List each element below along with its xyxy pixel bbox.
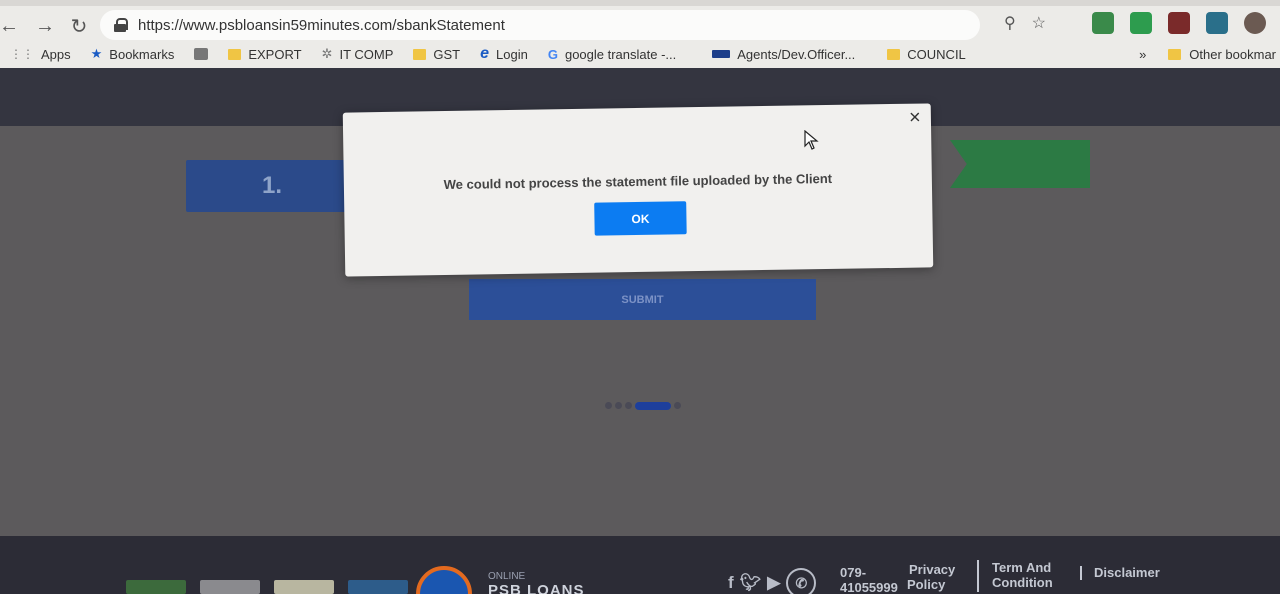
- extension-green-icon[interactable]: [1130, 12, 1152, 34]
- ok-button[interactable]: OK: [594, 201, 687, 236]
- address-bar[interactable]: https://www.psbloansin59minutes.com/sban…: [100, 10, 980, 40]
- partner-logo-1: [126, 580, 186, 594]
- phone-number: 079- 41055999: [840, 565, 898, 594]
- youtube-icon[interactable]: ▶: [767, 573, 780, 593]
- partner-logo-4: [348, 580, 408, 594]
- disclaimer-link[interactable]: Disclaimer: [1094, 565, 1160, 580]
- close-icon[interactable]: ×: [905, 107, 925, 129]
- facebook-icon[interactable]: f: [728, 573, 734, 593]
- brand-name: PSB LOANS: [488, 582, 585, 594]
- mouse-cursor-icon: [804, 130, 819, 150]
- back-arrow-icon[interactable]: ←: [0, 9, 19, 43]
- partner-logo-2: [200, 580, 260, 594]
- gear-icon: ✲: [321, 46, 333, 61]
- bookmark-bookmarks[interactable]: ★ Bookmarks: [81, 46, 185, 62]
- profile-avatar[interactable]: [1244, 12, 1266, 34]
- bookmark-it-comp[interactable]: ✲ IT COMP: [312, 46, 404, 62]
- folder-icon: [413, 48, 427, 60]
- bookmark-apps[interactable]: ⋮⋮ Apps: [0, 47, 81, 62]
- step-number: 1.: [262, 172, 283, 199]
- privacy-policy-link[interactable]: Privacy Policy: [907, 562, 955, 592]
- bookmarks-other: » Other bookmar: [1139, 40, 1280, 68]
- extension-badge-icon[interactable]: [1092, 12, 1114, 34]
- folder-icon: [887, 48, 901, 60]
- toolbar-actions: ⚲ ☆: [1004, 12, 1266, 34]
- emblem-icon: [194, 48, 209, 60]
- bookmark-login[interactable]: e Login: [470, 45, 538, 63]
- twitter-icon[interactable]: 🐦︎: [740, 573, 762, 593]
- bookmark-export[interactable]: EXPORT: [218, 47, 311, 62]
- star-icon: ★: [90, 46, 103, 61]
- step-box: 1.: [186, 160, 346, 212]
- reload-icon[interactable]: ↻: [62, 9, 96, 43]
- phone-icon: ✆: [786, 568, 817, 594]
- zoom-icon[interactable]: ⚲: [1004, 13, 1016, 33]
- folder-icon: [1168, 48, 1182, 60]
- bookmark-gst[interactable]: GST: [403, 47, 470, 62]
- bookmarks-bar: ⋮⋮ Apps ★ Bookmarks EXPORT ✲ IT COMP GST…: [0, 40, 1280, 68]
- apps-grid-icon: ⋮⋮: [10, 47, 34, 61]
- partner-logo-3: [274, 580, 334, 594]
- google-icon: G: [547, 46, 558, 62]
- loading-indicator: [605, 402, 683, 410]
- footer-divider: [977, 560, 979, 592]
- forward-arrow-icon[interactable]: →: [28, 9, 62, 43]
- star-bookmark-icon[interactable]: ☆: [1032, 13, 1046, 33]
- ie-icon: e: [480, 45, 490, 62]
- social-links: f 🐦︎ ▶ ✆: [728, 568, 817, 594]
- terms-link[interactable]: Term And Condition: [992, 560, 1053, 590]
- other-bookmarks[interactable]: Other bookmar: [1189, 47, 1276, 62]
- dialog-message: We could not process the statement file …: [443, 170, 833, 193]
- brand-online-text: ONLINE: [488, 571, 526, 582]
- psb-loans-logo: [416, 566, 476, 594]
- lock-icon: [114, 18, 128, 32]
- lic-icon: [712, 50, 731, 58]
- submit-button[interactable]: SUBMIT: [469, 279, 816, 320]
- extension-red-icon[interactable]: [1168, 12, 1190, 34]
- green-step-arrow: [950, 140, 1090, 188]
- partner-logos: [126, 580, 408, 594]
- extension-teal-icon[interactable]: [1206, 12, 1228, 34]
- bookmark-emblem[interactable]: [184, 48, 218, 60]
- bookmark-agents[interactable]: Agents/Dev.Officer...: [702, 47, 865, 62]
- bookmark-council[interactable]: COUNCIL: [877, 47, 976, 62]
- footer-divider: [1080, 566, 1082, 580]
- url-text: https://www.psbloansin59minutes.com/sban…: [138, 16, 505, 34]
- overflow-chevron-icon[interactable]: »: [1139, 47, 1146, 62]
- folder-icon: [228, 48, 242, 60]
- bookmark-google-translate[interactable]: G google translate -...: [538, 47, 686, 62]
- error-dialog: × We could not process the statement fil…: [342, 103, 934, 277]
